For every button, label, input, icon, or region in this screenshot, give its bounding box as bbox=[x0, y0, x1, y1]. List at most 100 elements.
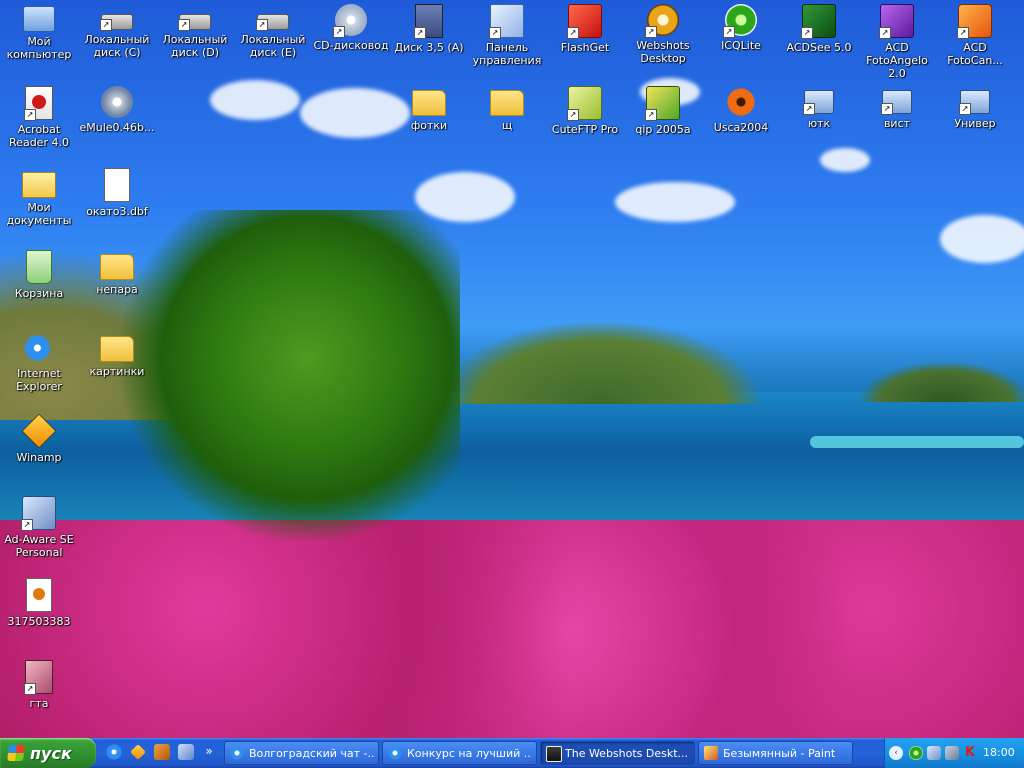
desktop-icon-winamp[interactable]: Winamp bbox=[0, 412, 78, 490]
desktop-icon-label: ACD FotoAngelo 2.0 bbox=[866, 41, 928, 80]
wallpaper-island bbox=[860, 362, 1024, 402]
taskbar-button-label: Волгоградский чат -... bbox=[249, 747, 374, 760]
quick-launch-app-icon[interactable] bbox=[154, 744, 170, 760]
wallpaper-cloud bbox=[940, 215, 1024, 263]
desktop-icon-gta[interactable]: ↗ гта bbox=[0, 658, 78, 736]
desktop-icon-label: Панель управления bbox=[472, 41, 542, 67]
camera-icon bbox=[546, 746, 562, 762]
desktop-icon-acrobat-reader[interactable]: ↗ Acrobat Reader 4.0 bbox=[0, 84, 78, 162]
desktop-icon-utk[interactable]: ↗ ютк bbox=[780, 84, 858, 162]
desktop-icon-cd-drive[interactable]: ↗ CD-дисковод bbox=[312, 2, 390, 80]
desktop-icon-label: Локальный диск (C) bbox=[84, 33, 150, 59]
network-tray-icon[interactable] bbox=[927, 746, 941, 760]
taskbar-button-webshots[interactable]: The Webshots Deskt... bbox=[540, 741, 695, 765]
desktop-icon-label: 317503383 bbox=[7, 615, 71, 628]
icq-tray-icon[interactable] bbox=[909, 746, 923, 760]
wallpaper-cloud bbox=[210, 80, 300, 120]
desktop-icon-label: Ad-Aware SE Personal bbox=[4, 533, 74, 559]
fotoangelo-icon: ↗ bbox=[879, 4, 914, 39]
desktop-icon-emule[interactable]: eMule0.46b... bbox=[78, 84, 156, 162]
wallpaper-flowers bbox=[0, 520, 1024, 738]
taskbar-button-volgograd-chat[interactable]: Волгоградский чат -... bbox=[224, 741, 379, 765]
floppy-icon: ↗ bbox=[414, 4, 443, 39]
clock[interactable]: 18:00 bbox=[983, 746, 1015, 759]
desktop-icon-fotoangelo[interactable]: ↗ ACD FotoAngelo 2.0 bbox=[858, 2, 936, 80]
desktop-icon-acdsee[interactable]: ↗ ACDSee 5.0 bbox=[780, 2, 858, 80]
quick-launch-winamp-icon[interactable] bbox=[130, 744, 146, 760]
fotocanvas-icon: ↗ bbox=[957, 4, 992, 39]
folder-icon bbox=[100, 254, 134, 280]
desktop-icon-usca2004[interactable]: Usca2004 bbox=[702, 84, 780, 162]
desktop-icon-label: окато3.dbf bbox=[86, 205, 148, 218]
desktop-icon-label: фотки bbox=[410, 119, 448, 132]
desktop-icon-local-disk-d[interactable]: ↗ Локальный диск (D) bbox=[156, 2, 234, 80]
desktop-icon-label: ICQLite bbox=[721, 39, 761, 52]
quick-launch-internet-explorer-icon[interactable] bbox=[106, 744, 122, 760]
image-file-icon bbox=[26, 578, 52, 612]
emule-icon bbox=[101, 86, 133, 118]
qip-icon: ↗ bbox=[645, 86, 680, 121]
desktop-icon-label: гта bbox=[29, 697, 49, 710]
desktop-icon-control-panel[interactable]: ↗ Панель управления bbox=[468, 2, 546, 80]
acdsee-icon: ↗ bbox=[801, 4, 836, 39]
desktop-icon-flashget[interactable]: ↗ FlashGet bbox=[546, 2, 624, 80]
desktop-icon-univer[interactable]: ↗ Универ bbox=[936, 84, 1014, 162]
desktop-icon-label: FlashGet bbox=[560, 41, 610, 54]
acrobat-icon: ↗ bbox=[24, 86, 53, 121]
quick-launch-more-icon[interactable]: » bbox=[202, 744, 216, 760]
desktop-icon-qip[interactable]: ↗ qip 2005a bbox=[624, 84, 702, 162]
desktop-icon-label: щ bbox=[501, 119, 513, 132]
kaspersky-tray-icon[interactable]: K bbox=[963, 746, 977, 760]
drive-icon: ↗ bbox=[178, 14, 211, 31]
desktop-icon-label: Локальный диск (D) bbox=[162, 33, 228, 59]
desktop-icon-label: Мой компьютер bbox=[6, 35, 72, 61]
desktop-icon-label: Корзина bbox=[14, 287, 64, 300]
desktop-icon-folder-fotki[interactable]: фотки bbox=[390, 84, 468, 162]
internet-explorer-icon bbox=[23, 332, 55, 364]
desktop-icon-webshots[interactable]: ↗ Webshots Desktop bbox=[624, 2, 702, 80]
icq-icon: ↗ bbox=[723, 4, 757, 38]
taskbar: пуск » Волгоградский чат -... Конкурс на… bbox=[0, 738, 1024, 768]
desktop-icon-cuteftp[interactable]: ↗ CuteFTP Pro bbox=[546, 84, 624, 162]
wallpaper-palm bbox=[120, 210, 460, 540]
desktop-icon-label: Мои документы bbox=[6, 201, 72, 227]
desktop-icon-my-computer[interactable]: Мой компьютер bbox=[0, 2, 78, 80]
desktop-icon-folder-kartinki[interactable]: картинки bbox=[78, 330, 156, 408]
wallpaper-cloud bbox=[615, 182, 735, 222]
show-hidden-icons-chevron-icon[interactable]: ‹ bbox=[889, 746, 903, 760]
desktop-icon-folder-nepara[interactable]: непара bbox=[78, 248, 156, 326]
desktop-icon-my-documents[interactable]: Мои документы bbox=[0, 166, 78, 244]
start-button[interactable]: пуск bbox=[0, 738, 96, 768]
flashget-icon: ↗ bbox=[567, 4, 602, 39]
quick-launch-network-icon[interactable] bbox=[178, 744, 194, 760]
taskbar-button-label: The Webshots Deskt... bbox=[565, 747, 689, 760]
my-documents-icon bbox=[22, 172, 56, 198]
desktop-icon-label: Диск 3,5 (A) bbox=[394, 41, 464, 54]
network-icon: ↗ bbox=[881, 90, 912, 115]
desktop-icon-vist[interactable]: ↗ вист bbox=[858, 84, 936, 162]
desktop-icon-local-disk-c[interactable]: ↗ Локальный диск (C) bbox=[78, 2, 156, 80]
taskbar-button-paint[interactable]: Безымянный - Paint bbox=[698, 741, 853, 765]
desktop-icon-okato-dbf[interactable]: окато3.dbf bbox=[78, 166, 156, 244]
desktop-icon-icqlite[interactable]: ↗ ICQLite bbox=[702, 2, 780, 80]
desktop-icon-317503383[interactable]: 317503383 bbox=[0, 576, 78, 654]
desktop-icon-local-disk-e[interactable]: ↗ Локальный диск (E) bbox=[234, 2, 312, 80]
control-panel-icon: ↗ bbox=[489, 4, 524, 39]
volume-tray-icon[interactable] bbox=[945, 746, 959, 760]
desktop-icon-floppy-a[interactable]: ↗ Диск 3,5 (A) bbox=[390, 2, 468, 80]
network-icon: ↗ bbox=[803, 90, 834, 115]
desktop-icon-fotocanvas[interactable]: ↗ ACD FotoCan... bbox=[936, 2, 1014, 80]
desktop-icon-folder-shch[interactable]: щ bbox=[468, 84, 546, 162]
folder-icon bbox=[412, 90, 446, 116]
start-button-label: пуск bbox=[30, 744, 72, 763]
desktop-icon-label: CD-дисковод bbox=[313, 39, 389, 52]
desktop-icon-recycle-bin[interactable]: Корзина bbox=[0, 248, 78, 326]
taskbar-button-konkurs[interactable]: Конкурс на лучший ... bbox=[382, 741, 537, 765]
desktop-icon-internet-explorer[interactable]: Internet Explorer bbox=[0, 330, 78, 408]
desktop-icon-label: ACD FotoCan... bbox=[947, 41, 1003, 67]
desktop-icon-adaware[interactable]: ↗ Ad-Aware SE Personal bbox=[0, 494, 78, 572]
desktop[interactable]: Мой компьютер ↗ Локальный диск (C) ↗ Лок… bbox=[0, 0, 1024, 738]
cd-drive-icon: ↗ bbox=[333, 4, 367, 38]
taskbar-button-label: Безымянный - Paint bbox=[723, 747, 836, 760]
wallpaper-island bbox=[440, 322, 760, 404]
